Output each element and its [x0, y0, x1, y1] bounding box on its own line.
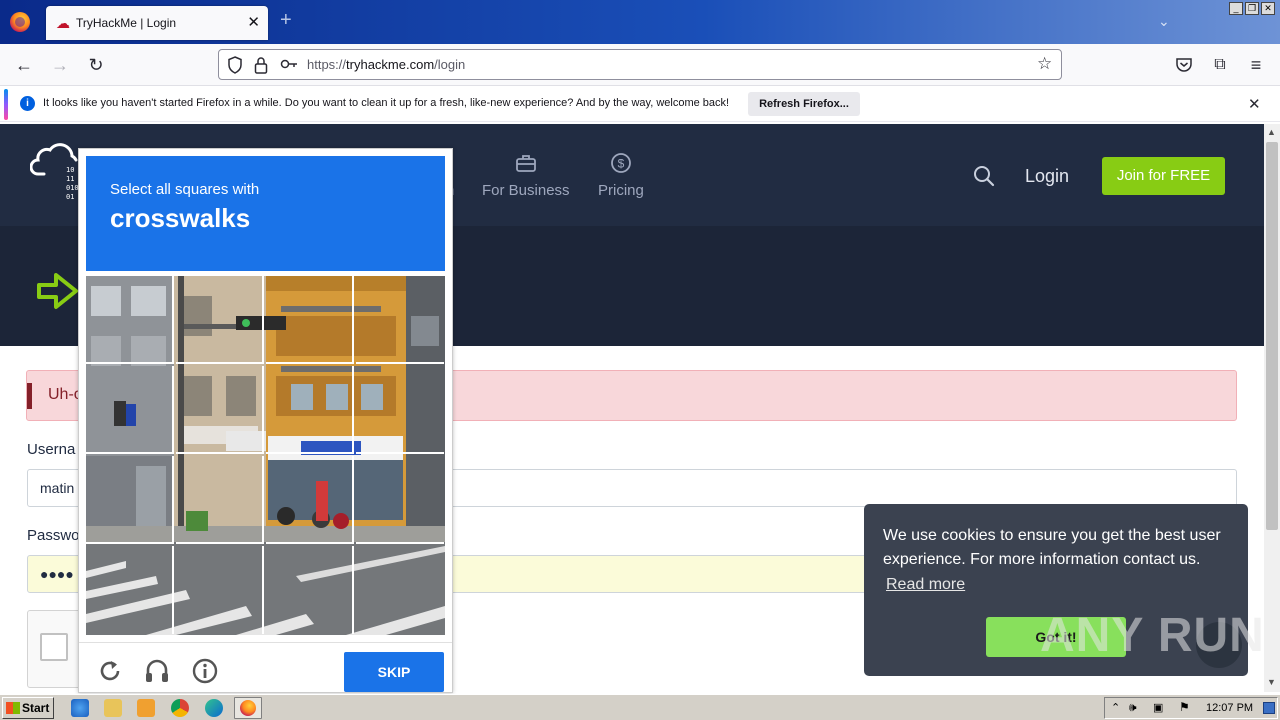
tracking-shield-icon[interactable] [227, 56, 243, 74]
firefox-icon [240, 700, 256, 716]
notification-accent-stripe [4, 89, 8, 120]
info-icon[interactable] [191, 657, 219, 685]
svg-text:$: $ [618, 157, 625, 171]
scroll-up-arrow-icon[interactable]: ▲ [1267, 127, 1276, 137]
login-link[interactable]: Login [1025, 166, 1069, 187]
start-label: Start [22, 701, 50, 715]
username-label: Userna [27, 441, 76, 458]
anyrun-watermark: ANY RUN [1040, 609, 1265, 662]
windows-taskbar: Start ⌃ 🕪 ▣ ⚑ 12:07 PM [0, 694, 1280, 720]
search-icon[interactable] [972, 164, 996, 188]
network-icon[interactable]: ▣ [1153, 701, 1163, 714]
alert-accent-bar [27, 383, 32, 409]
navigation-toolbar: ← → ↻ https://tryhackme.com/login ☆ ⧉ ≡ [0, 44, 1280, 86]
menu-item-for-business[interactable]: For Business [482, 182, 570, 199]
captcha-tile[interactable] [86, 456, 174, 544]
browser-tab[interactable]: ☁ TryHackMe | Login ✕ [46, 6, 268, 40]
tab-list-chevron-icon[interactable]: ⌄ [1158, 13, 1170, 30]
notification-close-icon[interactable]: ✕ [1248, 95, 1261, 113]
tryhackme-favicon-icon: ☁ [56, 15, 70, 31]
clock: 12:07 PM [1206, 702, 1254, 714]
scroll-down-arrow-icon[interactable]: ▼ [1267, 677, 1276, 687]
recaptcha-checkbox[interactable] [40, 633, 68, 661]
show-desktop-icon[interactable] [1263, 702, 1275, 714]
recaptcha-challenge: Select all squares with crosswalks SKIP [78, 148, 453, 693]
join-for-free-button[interactable]: Join for FREE [1102, 157, 1225, 195]
captcha-tile[interactable] [176, 366, 264, 454]
windows-logo-icon [6, 702, 20, 714]
url-text: https://tryhackme.com/login [307, 57, 466, 72]
audio-challenge-headphones-icon[interactable] [143, 657, 171, 685]
captcha-tile[interactable] [356, 456, 444, 544]
forward-arrow-icon[interactable]: → [48, 53, 72, 77]
captcha-tile[interactable] [356, 276, 444, 364]
captcha-header: Select all squares with crosswalks [86, 156, 445, 271]
start-button[interactable]: Start [2, 697, 54, 719]
captcha-tile[interactable] [266, 546, 354, 634]
edge-icon[interactable] [205, 699, 223, 717]
captcha-tile[interactable] [86, 276, 174, 364]
captcha-tile[interactable] [356, 546, 444, 634]
captcha-tile[interactable] [176, 276, 264, 364]
extensions-puzzle-icon[interactable]: ⧉ [1208, 53, 1232, 77]
firefox-icon[interactable] [10, 12, 30, 32]
scroll-thumb[interactable] [1266, 142, 1278, 530]
volume-icon[interactable]: 🕪 [1129, 700, 1137, 715]
restore-window-icon[interactable]: ❐ [1245, 2, 1259, 15]
skip-button[interactable]: SKIP [344, 652, 444, 692]
captcha-tile[interactable] [266, 366, 354, 454]
file-explorer-icon[interactable] [104, 699, 122, 717]
tab-title: TryHackMe | Login [76, 16, 177, 30]
captcha-footer: SKIP [79, 642, 452, 693]
action-center-flag-icon[interactable]: ⚑ [1179, 700, 1190, 714]
dollar-icon: $ [611, 153, 631, 173]
captcha-image-grid [86, 276, 445, 635]
logo-binary-text: 10 11 010 01 [66, 166, 79, 201]
back-arrow-icon[interactable]: ← [12, 53, 36, 77]
media-player-icon[interactable] [137, 699, 155, 717]
captcha-tile[interactable] [266, 456, 354, 544]
system-tray: ⌃ 🕪 ▣ ⚑ 12:07 PM [1104, 697, 1278, 719]
notification-text: It looks like you haven't started Firefo… [43, 97, 730, 109]
lock-icon[interactable] [254, 56, 268, 74]
captcha-tile[interactable] [356, 366, 444, 454]
reload-icon[interactable]: ↻ [84, 53, 108, 77]
firefox-taskbar-button[interactable] [234, 697, 262, 719]
briefcase-icon [516, 155, 536, 172]
reload-challenge-icon[interactable] [96, 657, 124, 685]
close-window-icon[interactable]: ✕ [1261, 2, 1275, 15]
captcha-tile[interactable] [176, 546, 264, 634]
captcha-instruction: Select all squares with [110, 181, 260, 198]
refresh-firefox-button[interactable]: Refresh Firefox... [748, 92, 860, 116]
tab-close-icon[interactable]: ✕ [247, 13, 260, 31]
captcha-tile[interactable] [176, 456, 264, 544]
url-bar[interactable]: https://tryhackme.com/login ☆ [218, 49, 1062, 80]
tray-expand-icon[interactable]: ⌃ [1111, 701, 1120, 714]
captcha-target: crosswalks [110, 203, 251, 233]
pocket-icon[interactable] [1175, 56, 1193, 74]
captcha-tile[interactable] [266, 276, 354, 364]
info-icon: i [20, 96, 35, 111]
hamburger-menu-icon[interactable]: ≡ [1244, 53, 1268, 77]
chrome-icon[interactable] [171, 699, 189, 717]
captcha-tile[interactable] [86, 366, 174, 454]
browser-tab-bar: ☁ TryHackMe | Login ✕ + ⌄ _ ❐ ✕ [0, 0, 1280, 44]
page-scrollbar[interactable]: ▲ ▼ [1264, 124, 1280, 692]
internet-explorer-icon[interactable] [71, 699, 89, 717]
cookie-message: We use cookies to ensure you get the bes… [883, 527, 1221, 568]
key-icon[interactable] [280, 58, 298, 70]
captcha-tile[interactable] [86, 546, 174, 634]
new-tab-icon[interactable]: + [280, 9, 292, 32]
minimize-window-icon[interactable]: _ [1229, 2, 1243, 15]
menu-item-pricing[interactable]: Pricing [598, 182, 644, 199]
cookie-read-more-link[interactable]: Read more [886, 576, 965, 594]
password-label: Passwo [27, 527, 80, 544]
login-arrow-icon [37, 273, 78, 309]
firefox-refresh-notification: i It looks like you haven't started Fire… [0, 87, 1280, 122]
bookmark-star-icon[interactable]: ☆ [1037, 54, 1052, 74]
